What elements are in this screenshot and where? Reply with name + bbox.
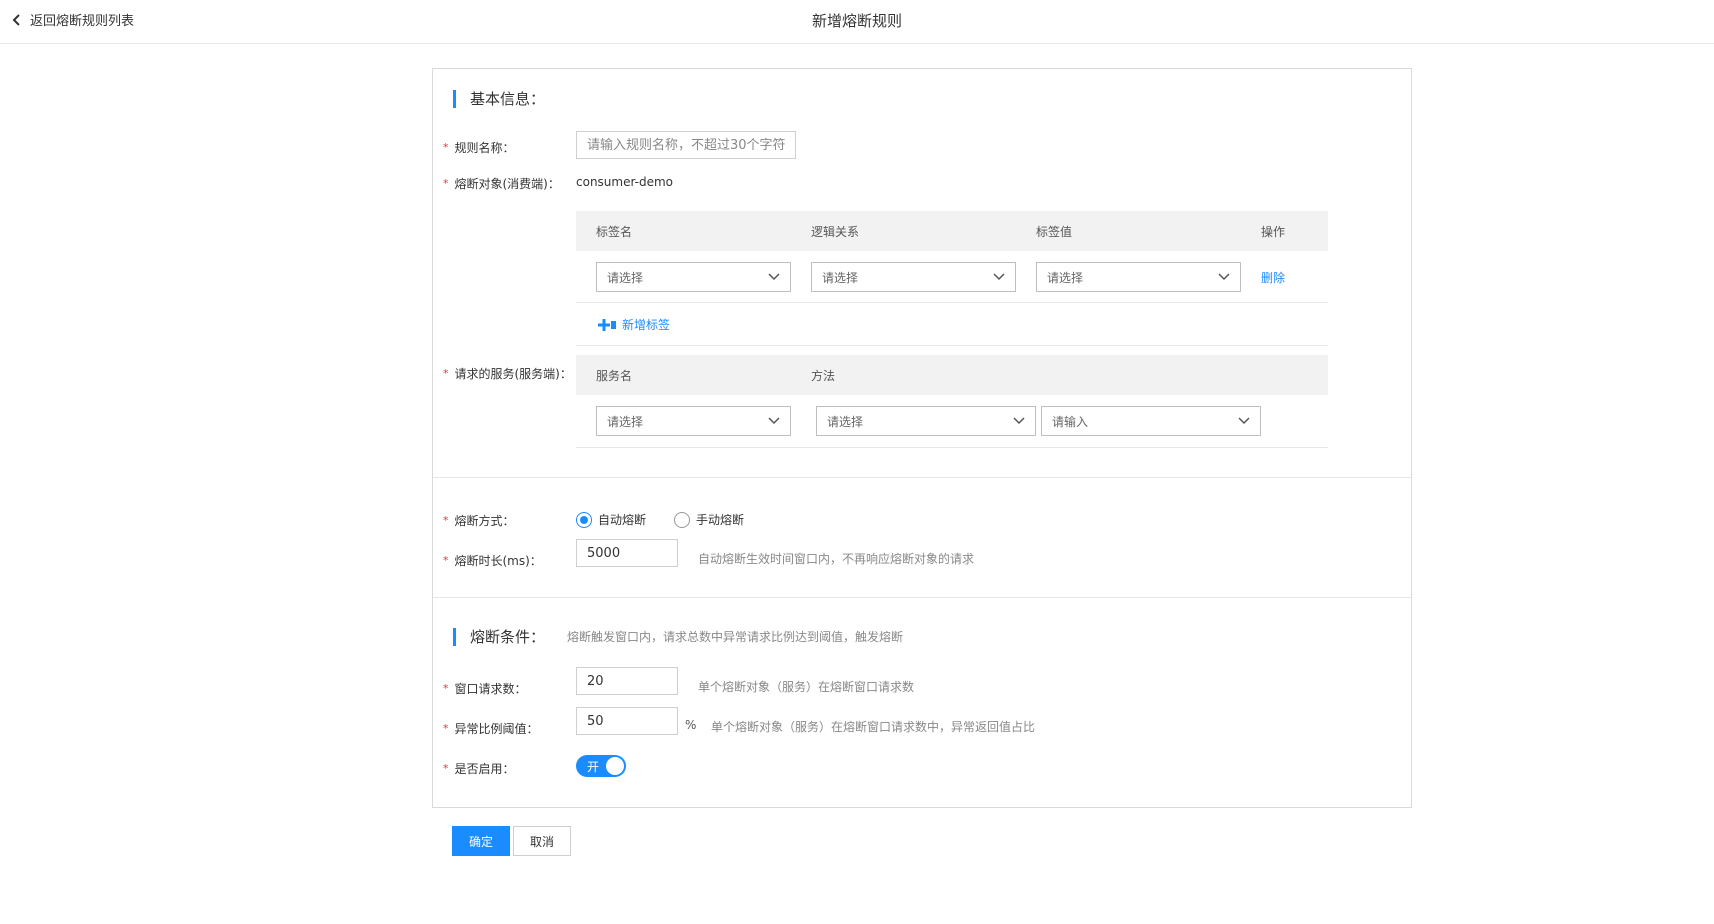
enabled-toggle[interactable]: 开 [576, 755, 626, 777]
confirm-button[interactable]: 确定 [452, 826, 510, 856]
required-mark: * [443, 682, 449, 695]
chevron-down-icon [1013, 417, 1025, 425]
chevron-down-icon [768, 417, 780, 425]
enabled-label: * 是否启用： [443, 762, 515, 776]
chevron-down-icon [993, 273, 1005, 281]
conditions-section-title: 熔断条件： 熔断触发窗口内，请求总数中异常请求比例达到阈值，触发熔断 [453, 626, 903, 647]
mode-label: * 熔断方式： [443, 514, 515, 528]
conditions-title-text: 熔断条件： [470, 628, 546, 646]
tag-name-select[interactable]: 请选择 [596, 262, 791, 292]
service-label: * 请求的服务(服务端)： [443, 367, 572, 381]
basic-info-section-title: 基本信息： [453, 88, 545, 109]
column-header: 方法 [811, 369, 836, 383]
error-ratio-label: * 异常比例阈值： [443, 722, 539, 736]
required-mark: * [443, 762, 449, 775]
window-requests-input[interactable] [576, 667, 678, 695]
mode-radio-group: 自动熔断 手动熔断 [576, 511, 744, 528]
required-mark: * [443, 177, 449, 190]
required-mark: * [443, 722, 449, 735]
percent-unit: % [685, 718, 697, 732]
add-tag-button[interactable]: 新增标签 [596, 316, 670, 333]
required-mark: * [443, 554, 449, 567]
basic-info-title-text: 基本信息： [470, 90, 546, 108]
add-icon [598, 318, 616, 331]
required-mark: * [443, 367, 449, 380]
radio-manual-mode[interactable]: 手动熔断 [674, 511, 744, 528]
conditions-hint: 熔断触发窗口内，请求总数中异常请求比例达到阈值，触发熔断 [567, 630, 904, 644]
radio-checked-icon [576, 511, 592, 528]
page-title: 新增熔断规则 [811, 12, 902, 30]
radio-auto-mode[interactable]: 自动熔断 [576, 511, 646, 528]
duration-help-text: 自动熔断生效时间窗口内，不再响应熔断对象的请求 [698, 552, 975, 566]
rule-form-panel: 基本信息： * 规则名称： * 熔断对象(消费端)： consumer-demo… [432, 68, 1412, 808]
toggle-knob [606, 757, 624, 775]
target-label: * 熔断对象(消费端)： [443, 177, 560, 191]
method-input[interactable]: 请输入 [1041, 406, 1261, 436]
duration-label: * 熔断时长(ms)： [443, 554, 542, 568]
error-ratio-help: 单个熔断对象（服务）在熔断窗口请求数中，异常返回值占比 [711, 720, 1036, 734]
window-requests-label: * 窗口请求数： [443, 682, 527, 696]
column-header: 标签值 [1036, 225, 1073, 239]
target-value: consumer-demo [576, 175, 674, 189]
row-divider [576, 447, 1328, 448]
column-header: 逻辑关系 [811, 225, 860, 239]
row-divider [576, 345, 1328, 346]
radio-unchecked-icon [674, 511, 691, 528]
section-divider [433, 597, 1411, 598]
section-divider [433, 477, 1411, 478]
target-table-header: 标签名 逻辑关系 标签值 操作 [576, 211, 1328, 251]
rule-name-label: * 规则名称： [443, 141, 515, 155]
required-mark: * [443, 141, 449, 154]
service-table-header: 服务名 方法 [576, 355, 1328, 395]
window-requests-help: 单个熔断对象（服务）在熔断窗口请求数 [698, 680, 915, 694]
chevron-down-icon [1218, 273, 1230, 281]
method-select[interactable]: 请选择 [816, 406, 1036, 436]
column-header: 标签名 [596, 225, 633, 239]
column-header: 服务名 [596, 369, 633, 383]
column-header: 操作 [1261, 225, 1286, 239]
chevron-down-icon [1238, 417, 1250, 425]
top-bar: 返回熔断规则列表 新增熔断规则 [0, 0, 1714, 44]
delete-tag-link[interactable]: 删除 [1261, 269, 1285, 286]
section-accent-bar [453, 627, 456, 646]
duration-input[interactable] [576, 539, 678, 567]
cancel-button[interactable]: 取消 [513, 826, 571, 856]
logic-select[interactable]: 请选择 [811, 262, 1016, 292]
service-name-select[interactable]: 请选择 [596, 406, 791, 436]
section-accent-bar [453, 89, 456, 108]
tag-value-select[interactable]: 请选择 [1036, 262, 1241, 292]
chevron-down-icon [768, 273, 780, 281]
required-mark: * [443, 514, 449, 527]
rule-name-input[interactable] [576, 131, 796, 159]
error-ratio-input[interactable] [576, 707, 678, 735]
row-divider [576, 302, 1328, 303]
